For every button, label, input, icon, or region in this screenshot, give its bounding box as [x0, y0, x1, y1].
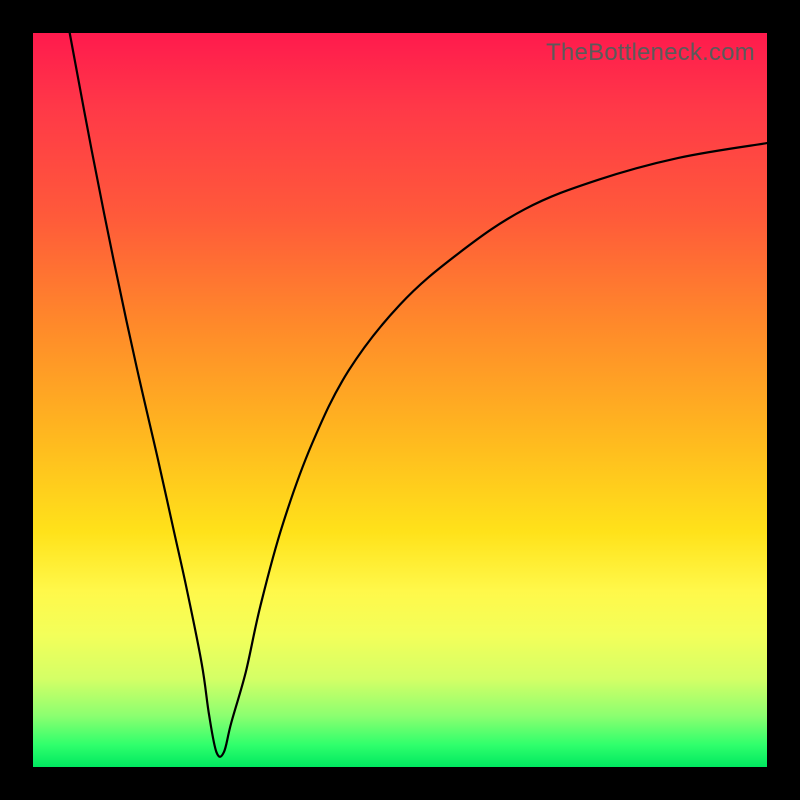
sample-marker — [241, 641, 244, 659]
curve-svg — [33, 33, 767, 767]
chart-frame: TheBottleneck.com — [0, 0, 800, 800]
sample-marker — [262, 538, 266, 555]
sample-markers — [174, 509, 274, 759]
sample-marker — [255, 567, 259, 585]
sample-marker — [248, 604, 252, 622]
sample-marker — [269, 509, 273, 527]
sample-marker — [237, 670, 239, 688]
plot-area: TheBottleneck.com — [33, 33, 767, 767]
sample-marker — [182, 545, 186, 563]
bottleneck-curve — [70, 33, 767, 757]
